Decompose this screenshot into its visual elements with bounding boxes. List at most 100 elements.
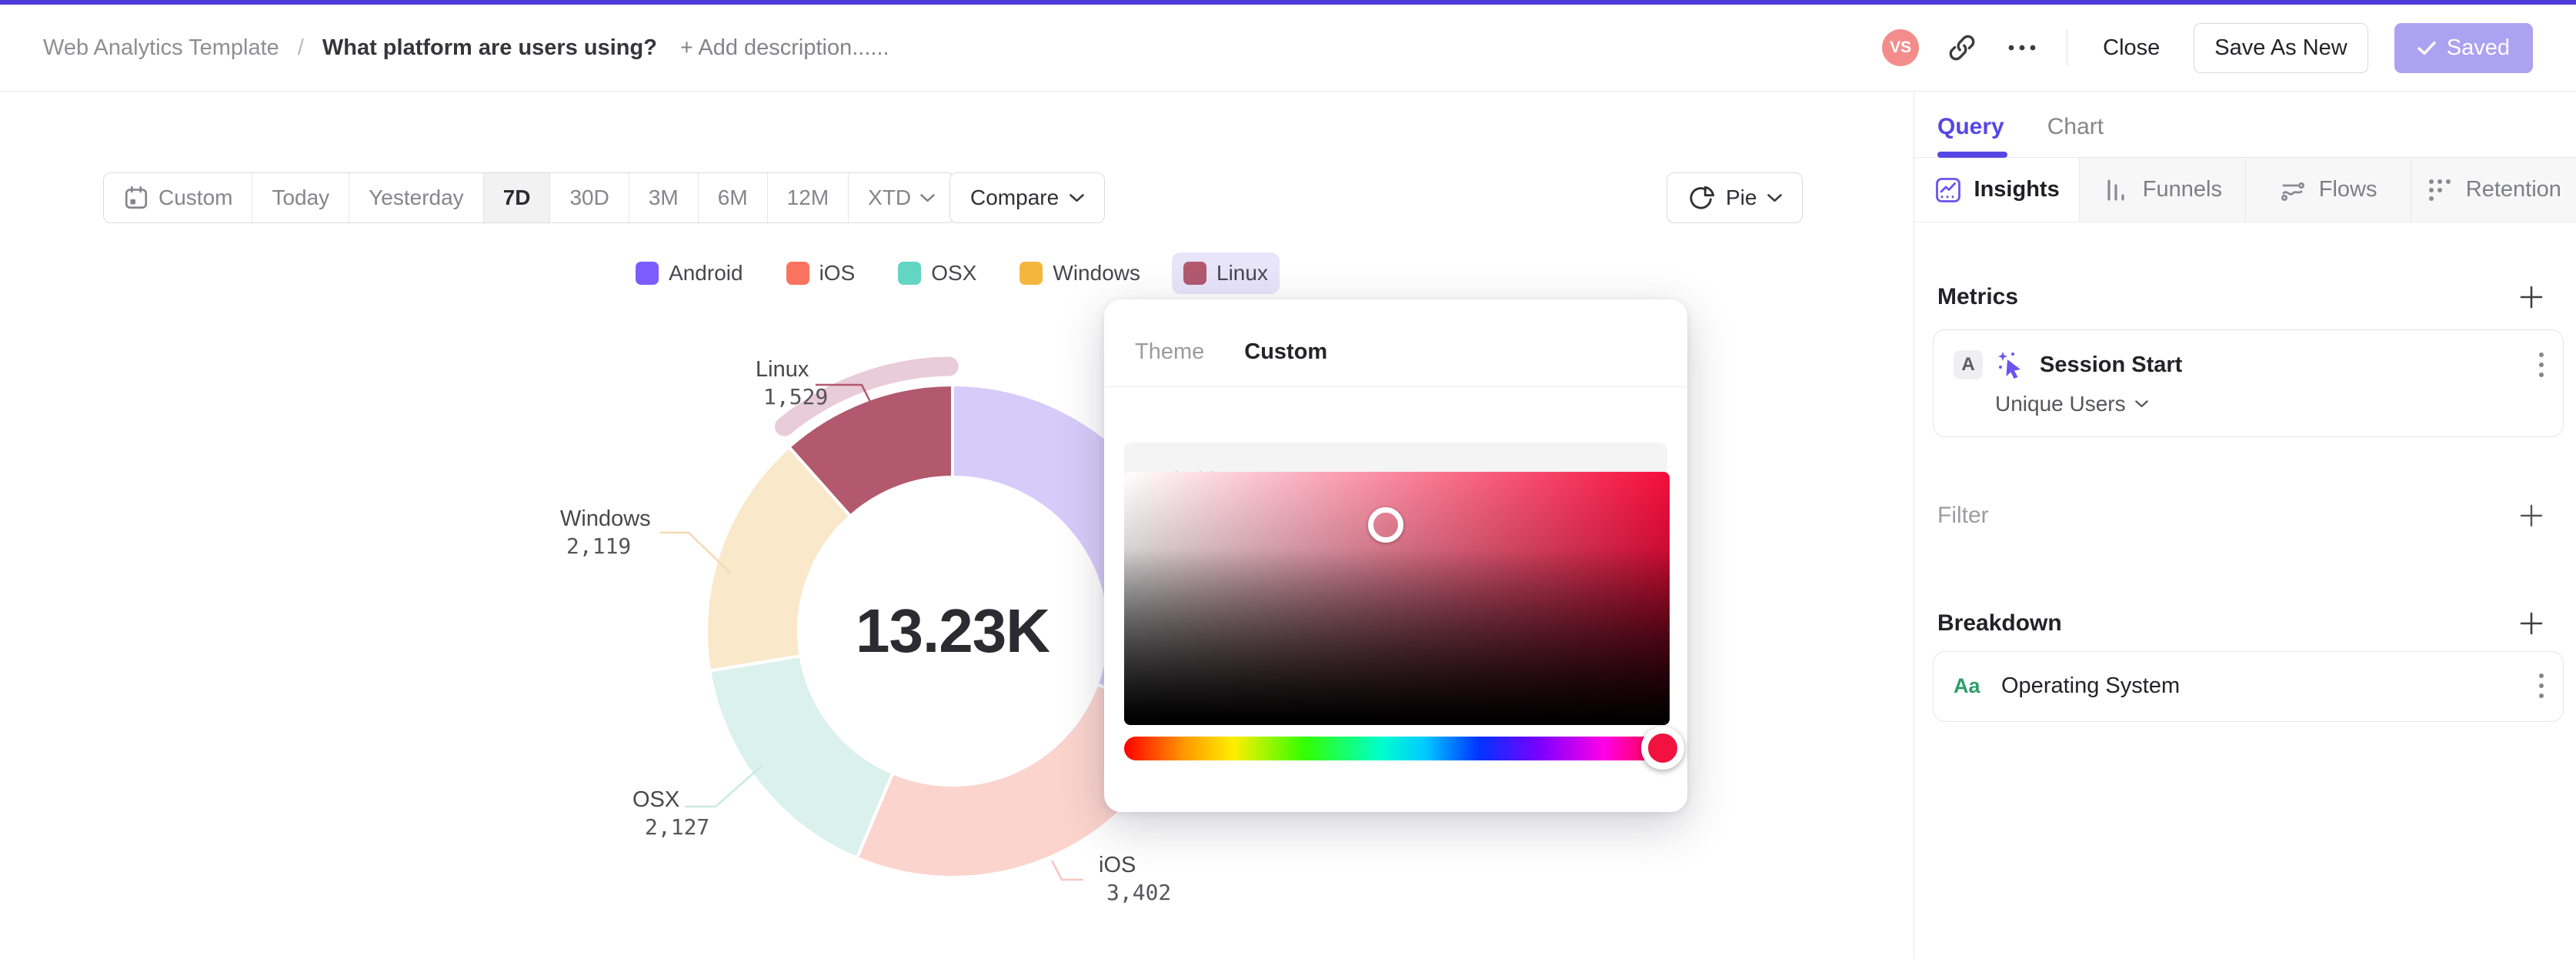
tab-theme[interactable]: Theme	[1135, 339, 1204, 386]
legend-label: Windows	[1053, 261, 1140, 285]
tab-funnels[interactable]: Funnels	[2080, 158, 2246, 222]
legend-label: OSX	[931, 261, 977, 285]
avatar[interactable]: VS	[1882, 29, 1920, 66]
page-title[interactable]: What platform are users using?	[322, 35, 657, 61]
add-filter-button[interactable]	[2514, 499, 2548, 533]
legend-item-linux[interactable]: Linux	[1172, 252, 1280, 294]
metrics-heading: Metrics	[1937, 284, 2019, 309]
hue-slider[interactable]	[1124, 727, 1684, 770]
date-range-control: Custom Today Yesterday 7D 30D 3M 6M 12M …	[103, 172, 956, 223]
date-range-xtd[interactable]: XTD	[849, 173, 954, 222]
date-range-yesterday[interactable]: Yesterday	[349, 173, 484, 222]
filter-heading: Filter	[1937, 503, 1989, 528]
date-range-label: 12M	[786, 185, 829, 209]
save-as-new-button[interactable]: Save As New	[2194, 22, 2368, 73]
callout-value: 2,127	[645, 814, 710, 840]
calendar-icon	[125, 185, 148, 209]
callout-ios: iOS 3,402	[1099, 851, 1171, 907]
date-range-label: 3M	[648, 185, 679, 209]
callout-value: 3,402	[1106, 880, 1172, 905]
legend-item-windows[interactable]: Windows	[1008, 252, 1152, 294]
callout-name: OSX	[632, 787, 680, 812]
add-metric-button[interactable]	[2514, 280, 2548, 314]
insights-icon	[1935, 177, 1960, 202]
app-root: Web Analytics Template / What platform a…	[0, 0, 2576, 959]
legend-swatch	[1019, 262, 1043, 285]
legend-item-ios[interactable]: iOS	[775, 252, 867, 294]
popup-divider	[1104, 386, 1687, 387]
legend-swatch	[1183, 262, 1206, 285]
pie-slice-osx[interactable]	[708, 654, 895, 860]
saved-label: Saved	[2446, 35, 2510, 60]
query-panel: Query Chart Insights Funnels Flows Reten…	[1914, 92, 2576, 959]
color-picker-popup: Theme Custom	[1104, 299, 1687, 812]
insight-tab-label: Insights	[1974, 177, 2060, 202]
event-sparkle-icon	[1998, 352, 2020, 379]
callout-value: 2,119	[566, 533, 632, 559]
tab-flows[interactable]: Flows	[2245, 158, 2411, 222]
chevron-down-icon	[2134, 400, 2148, 408]
legend-label: iOS	[819, 261, 856, 285]
kebab-icon	[2539, 673, 2544, 698]
add-breakdown-button[interactable]	[2514, 606, 2548, 640]
chart-type-selector[interactable]: Pie	[1667, 172, 1804, 223]
add-description-button[interactable]: + Add description......	[680, 35, 889, 61]
legend-item-osx[interactable]: OSX	[886, 252, 988, 294]
saved-button[interactable]: Saved	[2394, 22, 2533, 73]
hue-slider-handle[interactable]	[1641, 727, 1684, 770]
legend-label: Linux	[1216, 261, 1268, 285]
share-link-button[interactable]	[1945, 31, 1979, 65]
close-button[interactable]: Close	[2095, 35, 2167, 61]
breakdown-label[interactable]: Operating System	[2001, 673, 2524, 699]
callout-name: iOS	[1099, 853, 1136, 877]
aggregation-dropdown[interactable]: Unique Users	[1995, 392, 2148, 416]
chevron-down-icon	[920, 193, 935, 202]
flows-icon	[2281, 182, 2304, 201]
color-picker-tabs: Theme Custom	[1104, 299, 1687, 386]
donut-total-value: 13.23K	[856, 596, 1050, 665]
color-cursor-handle[interactable]	[1368, 507, 1404, 543]
top-accent-bar	[0, 0, 2576, 5]
date-range-30d[interactable]: 30D	[550, 173, 629, 222]
date-range-6m[interactable]: 6M	[699, 173, 768, 222]
link-icon	[1949, 35, 1975, 61]
breakdown-menu-button[interactable]	[2538, 672, 2544, 700]
breadcrumb-root-link[interactable]: Web Analytics Template	[43, 35, 279, 61]
date-range-today[interactable]: Today	[252, 173, 350, 222]
funnels-icon	[2107, 179, 2124, 201]
legend-item-android[interactable]: Android	[624, 252, 755, 294]
compare-label: Compare	[970, 185, 1059, 209]
tab-query[interactable]: Query	[1937, 114, 2007, 158]
compare-button[interactable]: Compare	[949, 172, 1106, 223]
metric-menu-button[interactable]	[2538, 351, 2544, 379]
date-range-3m[interactable]: 3M	[629, 173, 699, 222]
date-range-custom[interactable]: Custom	[104, 173, 253, 222]
date-range-label: 6M	[717, 185, 748, 209]
date-range-label: Today	[272, 185, 330, 209]
insight-tab-label: Funnels	[2142, 177, 2222, 202]
date-range-12m[interactable]: 12M	[768, 173, 849, 222]
aggregation-label: Unique Users	[1995, 392, 2126, 416]
tab-insights[interactable]: Insights	[1914, 158, 2080, 222]
legend-label: Android	[669, 261, 743, 285]
chart-type-label: Pie	[1726, 185, 1757, 209]
tab-custom[interactable]: Custom	[1244, 339, 1327, 386]
saturation-value-panel[interactable]	[1124, 472, 1670, 725]
panel-tabs: Query Chart	[1914, 92, 2576, 158]
tab-retention[interactable]: Retention	[2411, 158, 2576, 222]
plus-icon	[2520, 612, 2543, 635]
tab-chart[interactable]: Chart	[2047, 114, 2104, 157]
breakdown-section-header: Breakdown	[1937, 606, 2548, 640]
header-actions: VS Close Save As New Saved	[1882, 22, 2533, 73]
breadcrumb-separator: /	[297, 35, 304, 60]
insight-tab-label: Flows	[2318, 177, 2377, 202]
save-as-new-label: Save As New	[2214, 35, 2347, 60]
metric-label[interactable]: Session Start	[2040, 353, 2524, 378]
date-range-7d[interactable]: 7D	[483, 173, 551, 222]
breadcrumb: Web Analytics Template / What platform a…	[43, 35, 889, 61]
more-menu-button[interactable]	[2005, 31, 2039, 65]
date-range-label: XTD	[868, 185, 912, 209]
date-range-label: Custom	[158, 185, 233, 209]
legend-swatch	[786, 262, 809, 285]
chevron-down-icon	[1767, 193, 1783, 202]
